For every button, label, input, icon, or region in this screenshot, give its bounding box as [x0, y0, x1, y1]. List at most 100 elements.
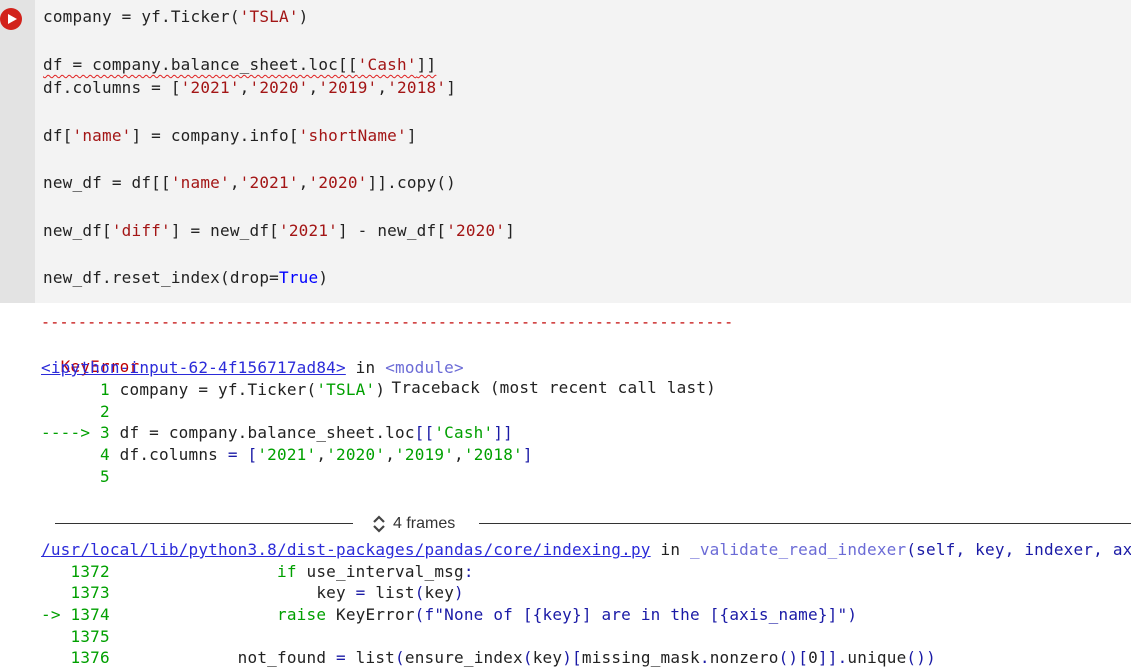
code-line[interactable]: company = yf.Ticker('TSLA') — [43, 6, 309, 28]
code-segment: '2021' — [180, 78, 240, 97]
traceback-context-line: 2 — [41, 401, 110, 422]
traceback-context-line: 1373 key = list(key) — [41, 582, 464, 603]
traceback-segment: nonzero — [709, 648, 779, 667]
ipython-input-link[interactable]: <ipython-input-62-4f156717ad84> — [41, 358, 346, 377]
traceback-segment: key — [532, 648, 563, 667]
traceback-context-line: -> 1374 raise KeyError(f"None of [{key}]… — [41, 604, 857, 625]
code-segment: True — [279, 268, 319, 287]
traceback-segment: : — [463, 562, 474, 581]
traceback-segment: ]] — [493, 423, 513, 442]
traceback-separator: ----------------------------------------… — [41, 313, 734, 331]
code-segment: '2020' — [249, 78, 309, 97]
traceback-header: KeyError Traceback (most recent call las… — [41, 335, 716, 397]
traceback-segment: ( — [395, 648, 405, 667]
code-segment: '2020' — [446, 221, 506, 240]
code-segment: '2021' — [279, 221, 339, 240]
traceback-segment: key — [424, 583, 455, 602]
traceback-segment: 2 — [41, 402, 110, 421]
traceback-context-line: 1372 if use_interval_msg: — [41, 561, 474, 582]
traceback-segment: ( — [522, 648, 533, 667]
traceback-segment: 'Cash' — [434, 423, 494, 442]
traceback-segment: '2021' — [257, 445, 317, 464]
code-segment: , — [298, 173, 309, 192]
frames-divider-right — [479, 523, 1131, 524]
code-line[interactable]: new_df['diff'] = new_df['2021'] - new_df… — [43, 220, 515, 242]
traceback-segment: use_interval_msg — [296, 562, 464, 581]
traceback-segment: 1 — [41, 380, 120, 399]
traceback-segment: = — [336, 648, 346, 667]
traceback-frame-header-2: /usr/local/lib/python3.8/dist-packages/p… — [41, 539, 1131, 560]
code-segment: ) — [318, 268, 329, 287]
traceback-segment: ()) — [906, 648, 936, 667]
traceback-segment: ----> 3 — [41, 423, 120, 442]
traceback-frame-header: <ipython-input-62-4f156717ad84> in <modu… — [41, 357, 464, 378]
collapsed-frames-row: 4 frames — [55, 512, 1131, 536]
traceback-segment: if — [277, 562, 297, 581]
traceback-segment: ( — [414, 583, 425, 602]
traceback-context-line: 1375 — [41, 626, 110, 647]
traceback-segment: key — [119, 583, 356, 602]
file-path-link[interactable]: /usr/local/lib/python3.8/dist-packages/p… — [41, 540, 651, 559]
expand-frames-button[interactable]: 4 frames — [371, 512, 455, 536]
traceback-segment: . — [699, 648, 710, 667]
in-word: in — [355, 358, 376, 377]
code-segment: , — [239, 78, 250, 97]
code-line[interactable]: df = company.balance_sheet.loc[['Cash']] — [43, 54, 436, 76]
traceback-segment: ensure_index — [404, 648, 523, 667]
traceback-segment: , — [316, 445, 327, 464]
cell-gutter — [0, 0, 35, 303]
traceback-segment: ) — [375, 380, 386, 399]
expand-collapse-icon — [373, 515, 385, 533]
code-segment: 'TSLA' — [239, 7, 299, 26]
function-name: _validate_read_indexer — [690, 540, 907, 559]
code-segment: company = yf.Ticker( — [43, 7, 240, 26]
code-segment: 'name' — [72, 126, 132, 145]
traceback-segment: 1372 — [41, 562, 120, 581]
frames-label: 4 frames — [393, 515, 456, 532]
traceback-context-line: 1376 not_found = list(ensure_index(key)[… — [41, 647, 936, 668]
traceback-segment: ()[ — [778, 648, 809, 667]
frames-divider-left — [55, 523, 353, 524]
code-line[interactable]: df['name'] = company.info['shortName'] — [43, 125, 417, 147]
code-line[interactable]: new_df.reset_index(drop=True) — [43, 267, 328, 289]
traceback-context-line: ----> 3 df = company.balance_sheet.loc[[… — [41, 422, 513, 443]
traceback-segment: '2019' — [395, 445, 455, 464]
traceback-segment: ]]. — [817, 648, 848, 667]
code-segment: df[ — [43, 126, 73, 145]
code-segment: , — [229, 173, 240, 192]
traceback-label: Traceback (most recent call last) — [391, 378, 716, 397]
traceback-segment — [120, 605, 277, 624]
code-segment: 'diff' — [111, 221, 171, 240]
code-line[interactable]: df.columns = ['2021','2020','2019','2018… — [43, 77, 456, 99]
traceback-segment: , — [385, 445, 396, 464]
traceback-context-line: 5 — [41, 466, 110, 487]
traceback-segment: KeyError — [326, 605, 415, 624]
traceback-segment: raise — [277, 605, 327, 624]
function-args: (self, key, indexer, axis) — [906, 540, 1131, 559]
code-segment: '2018' — [387, 78, 447, 97]
traceback-segment: )[ — [562, 648, 582, 667]
traceback-segment: ) — [454, 583, 464, 602]
traceback-segment: 5 — [41, 467, 110, 486]
run-cell-button[interactable] — [0, 8, 22, 30]
code-segment: 'Cash' — [357, 55, 417, 74]
code-segment: df.columns = [ — [43, 78, 181, 97]
code-segment: ] — [406, 126, 417, 145]
traceback-segment: 0 — [808, 648, 818, 667]
code-segment: '2019' — [318, 78, 378, 97]
traceback-segment: '2018' — [463, 445, 523, 464]
traceback-segment — [120, 562, 277, 581]
code-segment: new_df = df[[ — [43, 173, 171, 192]
code-segment: ]].copy() — [367, 173, 457, 192]
traceback-segment: unique — [847, 648, 907, 667]
code-cell[interactable]: company = yf.Ticker('TSLA') df = company… — [0, 0, 1131, 303]
code-segment: '2020' — [308, 173, 368, 192]
traceback-segment: list — [345, 648, 396, 667]
play-icon — [8, 14, 17, 24]
traceback-segment: list — [365, 583, 415, 602]
traceback-segment: not_found — [119, 648, 336, 667]
code-line[interactable]: new_df = df[['name','2021','2020']].copy… — [43, 172, 456, 194]
module-name: <module> — [385, 358, 464, 377]
code-segment: , — [308, 78, 319, 97]
code-segment: ]] — [416, 55, 437, 74]
